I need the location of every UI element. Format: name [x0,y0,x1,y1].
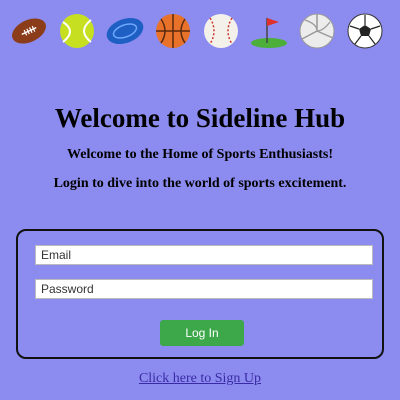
signup-link[interactable]: Click here to Sign Up [0,371,400,387]
american-football-icon [8,12,50,50]
basketball-icon [152,12,194,50]
email-field[interactable]: Email [35,245,373,265]
frisbee-icon [104,12,146,50]
password-field[interactable]: Password [35,279,373,299]
login-form: Email Password Log In [16,229,384,359]
page-title: Welcome to Sideline Hub [54,103,346,133]
login-tagline: Login to dive into the world of sports e… [53,176,347,191]
tennis-ball-icon [56,12,98,50]
sports-icon-row [8,12,386,50]
welcome-subtitle: Welcome to the Home of Sports Enthusiast… [67,147,333,162]
login-button[interactable]: Log In [160,320,244,346]
baseball-icon [200,12,242,50]
volleyball-icon [296,12,338,50]
golf-icon [248,12,290,50]
soccer-ball-icon [344,12,386,50]
